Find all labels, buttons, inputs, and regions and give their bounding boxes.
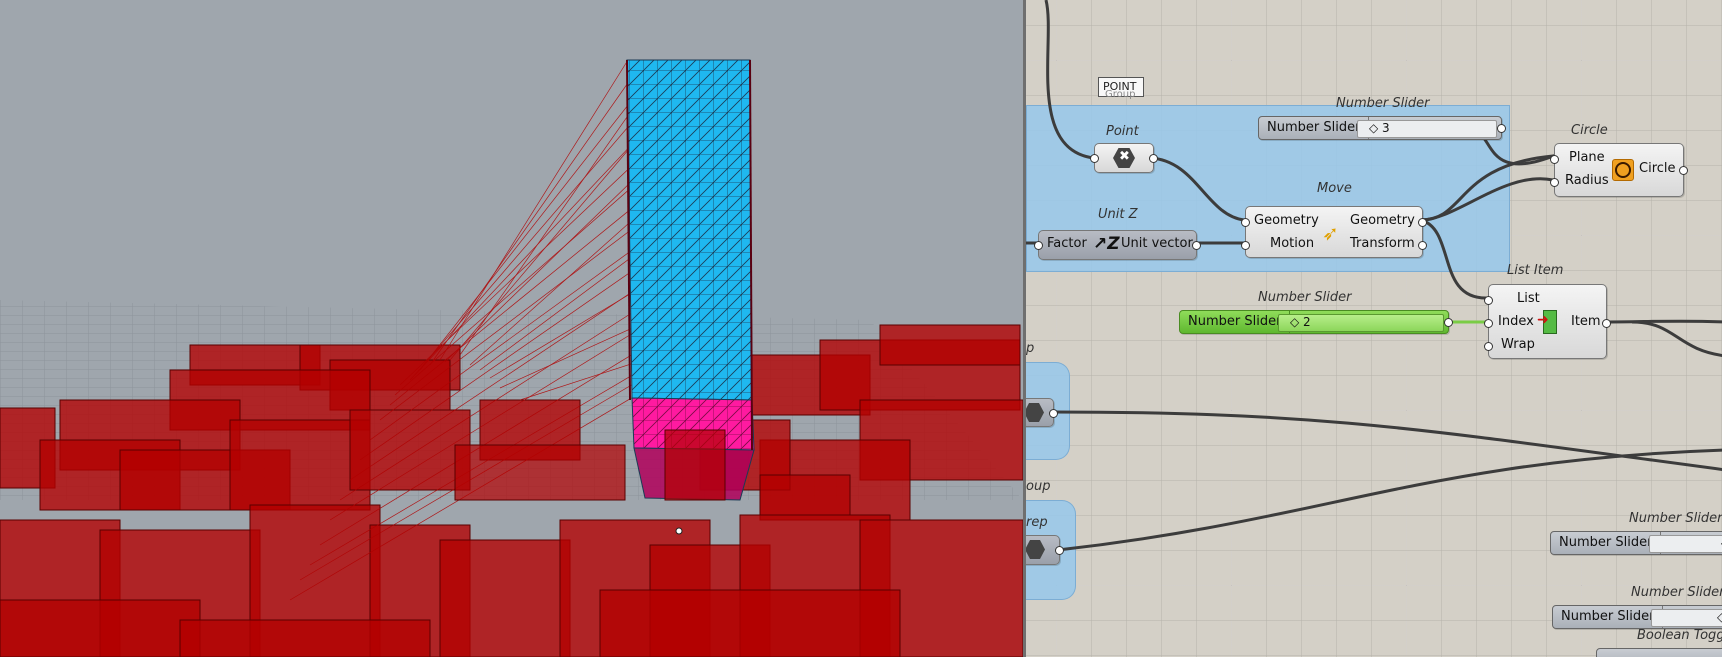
move-out-transform: Transform: [1350, 236, 1415, 251]
point-in-port[interactable]: [1090, 154, 1099, 163]
list-item-in-index: Index: [1498, 314, 1534, 329]
unit-z-in-port[interactable]: [1034, 241, 1043, 250]
number-slider-1-name: Number Slider: [1259, 117, 1370, 139]
param-hex-icon: [1026, 403, 1044, 422]
rhino-viewport[interactable]: [0, 0, 1023, 657]
number-slider-1-out-port[interactable]: [1497, 124, 1506, 133]
list-item-out-port[interactable]: [1602, 319, 1611, 328]
circle-component[interactable]: Plane Radius Circle: [1550, 143, 1688, 197]
circle-title: Circle: [1571, 123, 1608, 138]
list-item-in-index-port[interactable]: [1484, 319, 1493, 328]
move-in-motion-port[interactable]: [1241, 241, 1250, 250]
boolean-toggle-title: Boolean Toggle: [1637, 628, 1722, 643]
list-item-in-wrap: Wrap: [1501, 337, 1535, 352]
circle-out: Circle: [1639, 161, 1676, 176]
boolean-toggle[interactable]: [1596, 648, 1722, 657]
list-item-in-list-port[interactable]: [1484, 296, 1493, 305]
number-slider-3-name: Number Slider: [1551, 532, 1662, 554]
number-slider-4-value[interactable]: ◇ 4: [1717, 606, 1722, 628]
number-slider-2-name: Number Slider: [1180, 311, 1291, 333]
circle-in-plane: Plane: [1569, 150, 1605, 165]
number-slider-2-out-port[interactable]: [1444, 318, 1453, 327]
number-slider-4-title: Number Slider: [1631, 585, 1722, 600]
number-slider-3[interactable]: Number Slider ◇: [1550, 531, 1722, 555]
circle-in-radius-port[interactable]: [1550, 178, 1559, 187]
number-slider-4[interactable]: Number Slider ◇ 4: [1552, 605, 1722, 629]
number-slider-4-track[interactable]: [1651, 609, 1722, 627]
move-out-geometry-port[interactable]: [1418, 218, 1427, 227]
number-slider-2[interactable]: Number Slider ◇ 2: [1179, 310, 1453, 334]
list-item-title: List Item: [1507, 263, 1564, 278]
point-out-port[interactable]: [1149, 154, 1158, 163]
number-slider-3-track[interactable]: [1649, 535, 1722, 553]
unit-z-out-port[interactable]: [1192, 241, 1201, 250]
move-component[interactable]: Geometry Motion ➶ Geometry Transform: [1241, 206, 1427, 258]
move-arrow-icon: ➶: [1322, 221, 1339, 245]
tooltip-point: POINT Group: [1098, 77, 1144, 100]
number-slider-2-value[interactable]: ◇ 2: [1290, 311, 1311, 333]
unit-z-icon: ↗Z: [1093, 234, 1120, 254]
origin-point: [675, 527, 683, 535]
unit-z-component[interactable]: Factor ↗Z Unit vector: [1034, 230, 1201, 260]
move-out-geometry: Geometry: [1350, 213, 1415, 228]
unit-z-in-factor: Factor: [1047, 236, 1087, 251]
number-slider-1[interactable]: Number Slider ◇ 3: [1258, 116, 1506, 140]
list-item-in-list: List: [1517, 291, 1540, 306]
list-item-component[interactable]: List Index Wrap ➜ Item: [1484, 284, 1611, 359]
grasshopper-canvas[interactable]: p oup rep POINT Group Number Slider Numb…: [1026, 0, 1722, 657]
unit-z-out: Unit vector: [1121, 236, 1193, 251]
group-left-1-out-port[interactable]: [1049, 409, 1058, 418]
move-in-geometry: Geometry: [1254, 213, 1319, 228]
scene-3d: [0, 59, 1023, 657]
list-item-in-wrap-port[interactable]: [1484, 342, 1493, 351]
move-out-transform-port[interactable]: [1418, 241, 1427, 250]
move-in-geometry-port[interactable]: [1241, 218, 1250, 227]
group-left-2-out-port[interactable]: [1055, 546, 1064, 555]
group-left-2-param[interactable]: [1026, 535, 1064, 565]
circle-in-radius: Radius: [1565, 173, 1609, 188]
point-title: Point: [1106, 124, 1139, 139]
point-component[interactable]: ✖: [1090, 143, 1158, 173]
number-slider-2-title: Number Slider: [1258, 290, 1352, 305]
unit-z-title: Unit Z: [1098, 207, 1138, 222]
brep-hex-icon: [1026, 540, 1045, 559]
move-title: Move: [1317, 181, 1352, 196]
number-slider-4-name: Number Slider: [1553, 606, 1664, 628]
number-slider-1-value[interactable]: ◇ 3: [1369, 117, 1390, 139]
group-left-1-param[interactable]: [1026, 398, 1058, 427]
circle-in-plane-port[interactable]: [1550, 155, 1559, 164]
circle-out-port[interactable]: [1679, 166, 1688, 175]
list-item-out: Item: [1571, 314, 1601, 329]
number-slider-3-title: Number Slider: [1629, 511, 1722, 526]
move-in-motion: Motion: [1270, 236, 1315, 251]
number-slider-1-title: Number Slider: [1336, 96, 1430, 111]
